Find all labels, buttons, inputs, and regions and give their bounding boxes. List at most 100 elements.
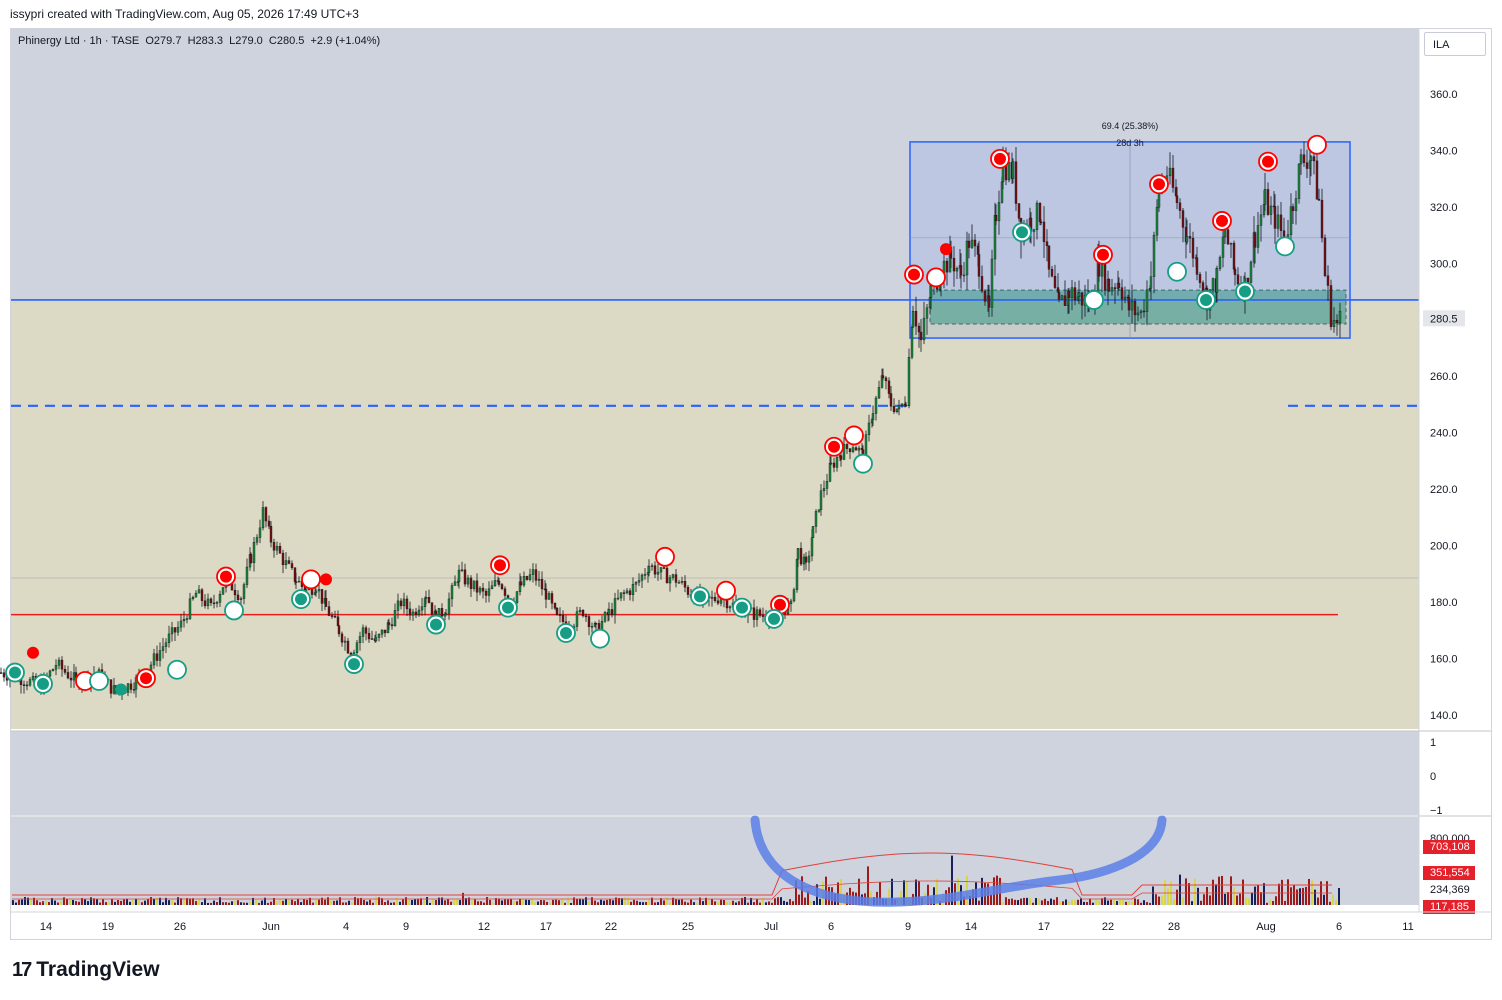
volume-bar	[147, 898, 149, 905]
volume-bar	[270, 901, 272, 905]
volume-bar	[537, 901, 539, 905]
candle-body	[1136, 312, 1140, 316]
candle-body	[1168, 167, 1172, 177]
volume-bar	[120, 900, 122, 905]
candle-body	[333, 615, 337, 618]
candle-body	[444, 613, 448, 615]
volume-bar	[1203, 894, 1205, 905]
volume-bar	[36, 900, 38, 905]
volume-bar	[1188, 883, 1190, 905]
volume-bar	[798, 894, 800, 905]
candle-body	[233, 589, 237, 596]
volume-bar	[657, 902, 659, 905]
candle-body	[1032, 229, 1036, 232]
candle-body	[867, 422, 871, 435]
volume-bar	[255, 899, 257, 905]
volume-bar	[1329, 901, 1331, 905]
candle-body	[832, 462, 836, 468]
candle-body	[236, 594, 240, 600]
candle-body	[377, 634, 381, 638]
currency-button[interactable]: ILA	[1424, 32, 1486, 56]
range-label: 69.4 (25.38%)	[1102, 121, 1159, 131]
volume-bar	[693, 902, 695, 905]
candle-body	[54, 665, 58, 670]
volume-bar	[1212, 879, 1214, 905]
volume-bar	[348, 900, 350, 905]
candle-body	[819, 490, 823, 510]
candle-body	[537, 579, 541, 581]
volume-bar	[489, 899, 491, 905]
candle-body	[1269, 205, 1273, 215]
candle-body	[25, 684, 29, 687]
candle-body	[206, 598, 210, 607]
candle-body	[281, 552, 285, 566]
candle-body	[1178, 202, 1182, 211]
volume-bar	[819, 898, 821, 905]
time-tick-label: 28	[1168, 921, 1180, 933]
volume-bar	[1002, 902, 1004, 905]
volume-bar	[558, 900, 560, 905]
candle-body	[164, 642, 168, 647]
volume-bar	[534, 902, 536, 905]
candle-body	[848, 448, 852, 452]
volume-bar	[1071, 899, 1073, 905]
signal-marker-ring	[853, 453, 873, 474]
volume-bar	[516, 901, 518, 905]
volume-bar	[519, 898, 521, 905]
candle-body	[662, 567, 666, 569]
volume-bar	[1035, 898, 1037, 905]
candle-body	[487, 588, 491, 596]
signal-marker-dot	[220, 570, 232, 583]
volume-bar	[594, 900, 596, 905]
candle-body	[457, 569, 461, 582]
volume-bar	[1221, 875, 1223, 905]
volume-bar	[234, 900, 236, 905]
candle-body	[447, 598, 451, 614]
volume-bar	[759, 902, 761, 905]
signal-marker-dot	[994, 152, 1006, 165]
candle-body	[167, 633, 171, 643]
candle-body	[367, 633, 371, 640]
volume-bar	[432, 898, 434, 905]
volume-bar	[168, 900, 170, 905]
candle-body	[1297, 163, 1301, 199]
candle-body	[919, 331, 923, 341]
candle-body	[640, 574, 644, 581]
volume-bar	[1281, 879, 1283, 905]
candle-body	[1130, 300, 1134, 311]
signal-marker-ring	[1307, 134, 1327, 155]
main-chart[interactable]: 69.4 (25.38%)28d 3h380.0360.0340.0320.03…	[0, 0, 1502, 945]
candle-body	[314, 590, 318, 593]
volume-bar	[450, 901, 452, 905]
candle-body	[484, 590, 488, 596]
volume-bar	[783, 900, 785, 905]
candle-body	[578, 609, 582, 612]
candle-body	[1113, 287, 1117, 289]
volume-bar	[639, 901, 641, 905]
time-tick-label: 26	[174, 921, 186, 933]
volume-bar	[1095, 899, 1097, 905]
candle-body	[324, 598, 328, 607]
candle-body	[728, 606, 732, 609]
candle-body	[72, 672, 76, 681]
candle-body	[980, 276, 984, 292]
candle-body	[1039, 221, 1043, 224]
candle-body	[716, 600, 720, 604]
volume-bar	[1272, 901, 1274, 905]
volume-bar	[1293, 885, 1295, 905]
volume-bar	[1140, 902, 1142, 905]
volume-bar	[459, 900, 461, 905]
candle-body	[1080, 292, 1084, 306]
volume-bar	[609, 899, 611, 905]
candle-body	[290, 563, 294, 568]
candle-body	[497, 580, 501, 585]
signal-marker-ring	[89, 671, 109, 691]
volume-bar	[513, 900, 515, 905]
volume-bar	[1056, 897, 1058, 905]
time-tick-label: 14	[40, 921, 52, 933]
volume-bar	[72, 899, 74, 905]
volume-bar	[75, 901, 77, 905]
candle-body	[1060, 295, 1064, 300]
volume-bar	[546, 901, 548, 905]
candle-body	[952, 257, 956, 272]
